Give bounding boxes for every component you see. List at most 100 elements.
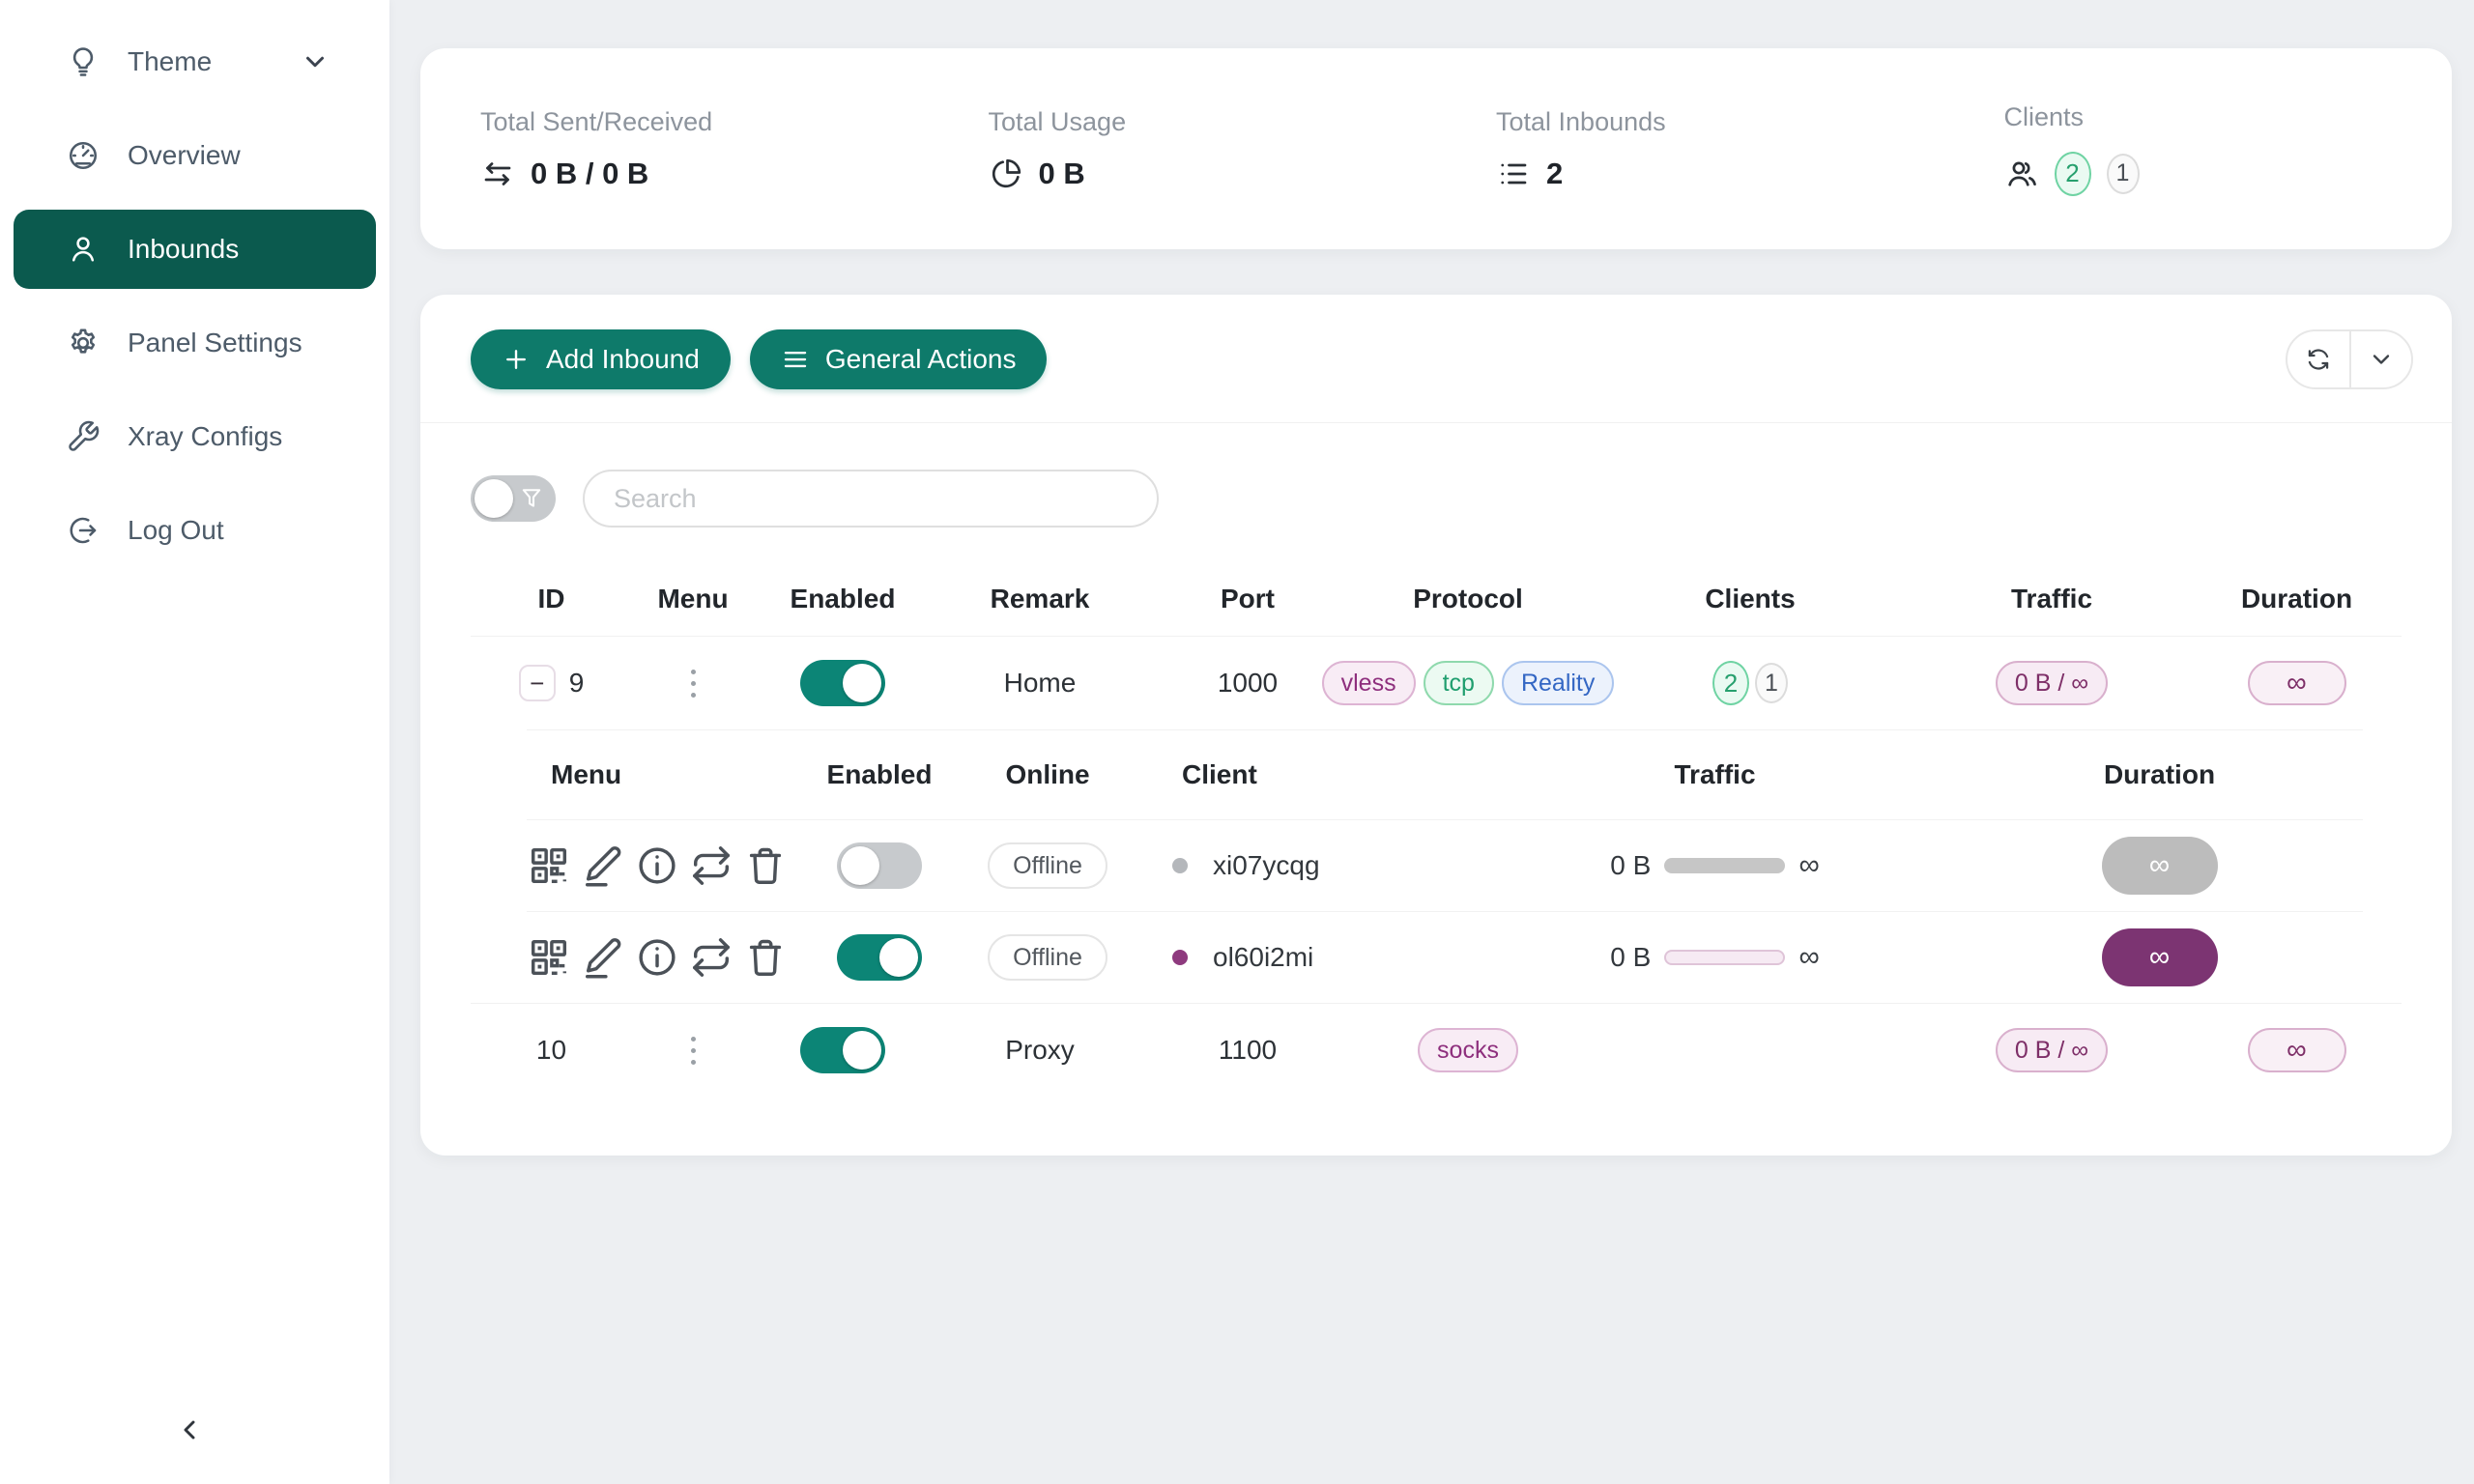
sidebar-nav: Theme Overview Inbounds Panel Settings — [0, 0, 389, 570]
team-icon — [2004, 157, 2039, 191]
plus-icon — [502, 345, 531, 374]
sidebar-item-label: Inbounds — [128, 234, 239, 265]
inbound-port: 1100 — [1148, 1035, 1347, 1066]
chevron-down-icon — [301, 47, 330, 76]
refresh-button[interactable] — [2287, 331, 2349, 387]
column-header-client: Client — [1119, 759, 1474, 790]
toggle-knob — [841, 846, 879, 885]
controls-row — [420, 423, 2452, 562]
user-icon — [66, 232, 101, 267]
column-header-enabled: Enabled — [783, 759, 976, 790]
protocol-badge: socks — [1418, 1028, 1518, 1072]
inbounds-table: ID Menu Enabled Remark Port Protocol Cli… — [471, 562, 2402, 1097]
info-icon[interactable] — [635, 935, 679, 980]
clients-header-row: Menu Enabled Online Client Traffic Durat… — [527, 730, 2363, 819]
column-header-duration: Duration — [2192, 584, 2402, 614]
client-enabled-toggle[interactable] — [837, 934, 922, 981]
collapse-row-button[interactable]: − — [519, 665, 556, 701]
toggle-knob — [843, 664, 881, 702]
info-icon[interactable] — [635, 843, 679, 888]
sidebar-item-theme[interactable]: Theme — [14, 22, 376, 101]
sidebar-item-label: Panel Settings — [128, 328, 302, 358]
column-header-enabled: Enabled — [754, 584, 932, 614]
inbound-enabled-toggle[interactable] — [800, 660, 885, 706]
stat-label: Clients — [2004, 102, 2453, 132]
filter-toggle[interactable] — [471, 475, 556, 522]
client-enabled-toggle[interactable] — [837, 842, 922, 889]
sidebar-item-label: Overview — [128, 140, 241, 171]
inbound-id: 9 — [569, 668, 585, 699]
inbound-remark: Proxy — [932, 1035, 1148, 1066]
traffic-used: 0 B — [1610, 850, 1651, 881]
sidebar-item-log-out[interactable]: Log Out — [14, 491, 376, 570]
clients-offline-badge: 1 — [2107, 154, 2140, 194]
refresh-options-button[interactable] — [2349, 331, 2411, 387]
delete-icon[interactable] — [743, 843, 788, 888]
stat-value: 0 B — [1039, 157, 1085, 191]
sidebar-item-label: Log Out — [128, 515, 224, 546]
sidebar-item-label: Xray Configs — [128, 421, 282, 452]
pie-chart-icon — [989, 157, 1023, 191]
client-row: Offline xi07ycqg 0 B ∞ ∞ — [527, 819, 2363, 911]
delete-icon[interactable] — [743, 935, 788, 980]
inbounds-panel: Add Inbound General Actions — [420, 295, 2452, 1156]
toggle-knob — [475, 479, 513, 518]
qr-code-icon[interactable] — [527, 843, 571, 888]
column-header-online: Online — [976, 759, 1119, 790]
qr-code-icon[interactable] — [527, 935, 571, 980]
inbound-enabled-toggle[interactable] — [800, 1027, 885, 1073]
gear-icon — [66, 326, 101, 360]
stat-label: Total Inbounds — [1496, 107, 1944, 137]
edit-icon[interactable] — [581, 843, 625, 888]
column-header-id: ID — [471, 584, 632, 614]
edit-icon[interactable] — [581, 935, 625, 980]
duration-badge[interactable]: ∞ — [2248, 661, 2346, 705]
wrench-icon — [66, 419, 101, 454]
hamburger-icon — [781, 345, 810, 374]
sidebar-item-overview[interactable]: Overview — [14, 116, 376, 195]
inbound-id: 10 — [536, 1035, 566, 1066]
traffic-progress-bar — [1664, 858, 1785, 873]
inbound-remark: Home — [932, 668, 1148, 699]
reset-traffic-icon[interactable] — [689, 935, 734, 980]
column-header-remark: Remark — [932, 584, 1148, 614]
column-header-traffic: Traffic — [1912, 584, 2192, 614]
column-header-protocol: Protocol — [1347, 584, 1589, 614]
inbound-row: − 9 Home 1000 vless tcp Reality 2 1 0 B … — [471, 636, 2402, 729]
sidebar-item-label: Theme — [128, 46, 212, 77]
row-menu-button[interactable] — [685, 664, 702, 703]
stats-card: Total Sent/Received 0 B / 0 B Total Usag… — [420, 48, 2452, 249]
duration-badge[interactable]: ∞ — [2248, 1028, 2346, 1072]
toggle-knob — [843, 1031, 881, 1070]
toolbar: Add Inbound General Actions — [420, 295, 2452, 423]
sidebar-item-panel-settings[interactable]: Panel Settings — [14, 303, 376, 383]
client-name: xi07ycqg — [1213, 850, 1320, 881]
sidebar-item-inbounds[interactable]: Inbounds — [14, 210, 376, 289]
general-actions-label: General Actions — [825, 344, 1017, 375]
sidebar-item-xray-configs[interactable]: Xray Configs — [14, 397, 376, 476]
clients-offline-badge: 1 — [1755, 663, 1788, 703]
stat-label: Total Usage — [989, 107, 1437, 137]
list-icon — [1496, 157, 1531, 191]
table-header-row: ID Menu Enabled Remark Port Protocol Cli… — [471, 562, 2402, 636]
reset-traffic-icon[interactable] — [689, 843, 734, 888]
stat-clients: Clients 2 1 — [1944, 102, 2453, 196]
toggle-knob — [879, 938, 918, 977]
lightbulb-icon — [66, 44, 101, 79]
general-actions-button[interactable]: General Actions — [750, 329, 1048, 389]
chevron-down-icon — [2368, 346, 2395, 373]
stat-total-usage: Total Usage 0 B — [929, 107, 1437, 191]
add-inbound-label: Add Inbound — [546, 344, 700, 375]
duration-button[interactable]: ∞ — [2102, 837, 2218, 895]
duration-button[interactable]: ∞ — [2102, 928, 2218, 986]
clients-online-badge: 2 — [2055, 152, 2091, 196]
add-inbound-button[interactable]: Add Inbound — [471, 329, 731, 389]
online-status-badge: Offline — [988, 842, 1108, 889]
column-header-duration: Duration — [1956, 759, 2363, 790]
sidebar-collapse-button[interactable] — [162, 1403, 216, 1457]
refresh-split-button — [2286, 329, 2413, 389]
swap-arrows-icon — [480, 157, 515, 191]
column-header-clients: Clients — [1589, 584, 1912, 614]
search-input[interactable] — [583, 470, 1159, 528]
row-menu-button[interactable] — [685, 1031, 702, 1070]
